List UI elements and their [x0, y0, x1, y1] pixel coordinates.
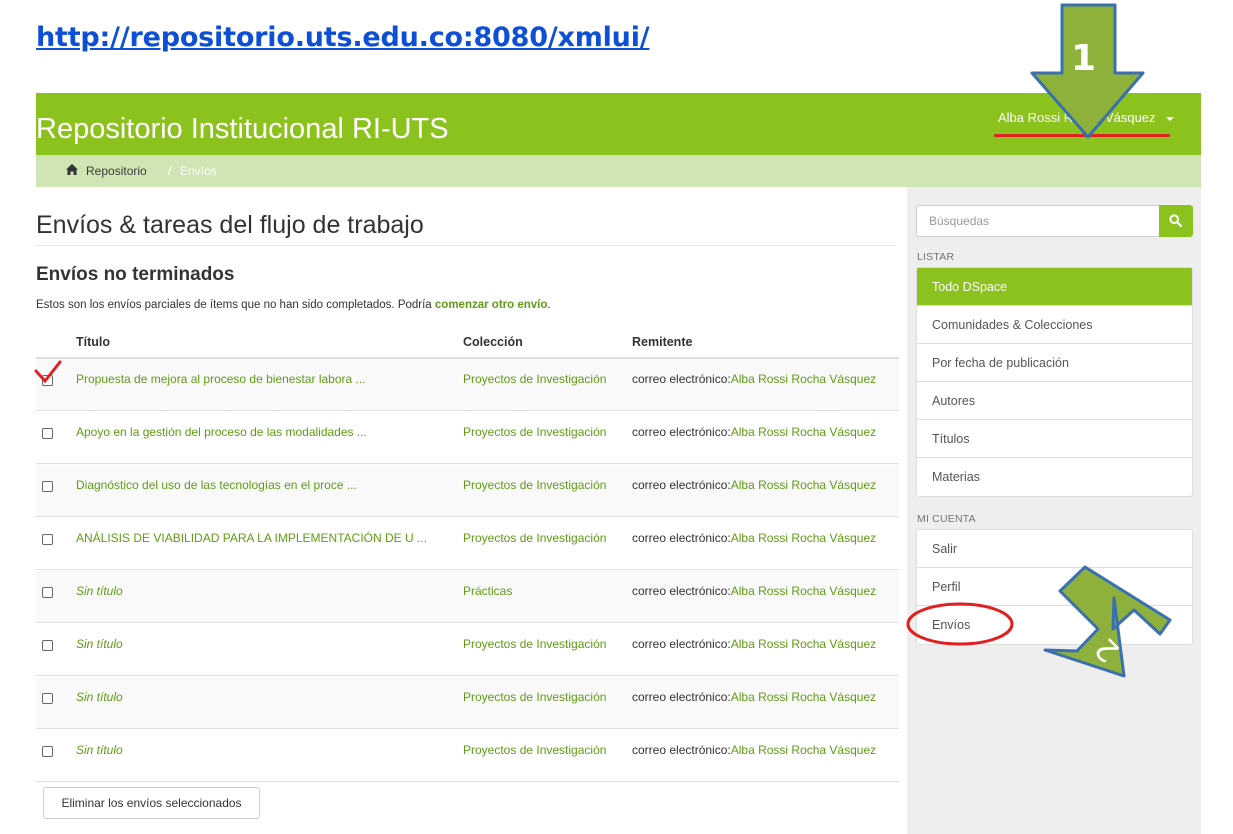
page: http://repositorio.uts.edu.co:8080/xmlui… — [0, 0, 1233, 834]
row-collection-link[interactable]: Proyectos de Investigación — [463, 423, 613, 441]
column-header-sender: Remitente — [632, 335, 693, 349]
page-title: Envíos & tareas del flujo de trabajo — [36, 211, 424, 239]
sender-prefix: correo electrónico: — [632, 478, 731, 492]
row-checkbox[interactable] — [42, 428, 53, 439]
row-sender: correo electrónico:Alba Rossi Rocha Vásq… — [632, 741, 892, 759]
table-row: Sin título Proyectos de Investigación co… — [36, 624, 899, 676]
row-title-link[interactable]: Propuesta de mejora al proceso de bienes… — [76, 370, 456, 388]
row-sender: correo electrónico:Alba Rossi Rocha Vásq… — [632, 476, 892, 494]
caret-down-icon — [1165, 116, 1174, 121]
sender-name-link[interactable]: Alba Rossi Rocha Vásquez — [731, 584, 876, 598]
search-input[interactable] — [916, 205, 1159, 237]
sender-name-link[interactable]: Alba Rossi Rocha Vásquez — [731, 478, 876, 492]
sender-name-link[interactable]: Alba Rossi Rocha Vásquez — [731, 690, 876, 704]
row-title-link[interactable]: ANÁLISIS DE VIABILIDAD PARA LA IMPLEMENT… — [76, 529, 456, 547]
sidebar-item-titulos[interactable]: Títulos — [917, 420, 1192, 458]
row-sender: correo electrónico:Alba Rossi Rocha Vásq… — [632, 529, 892, 547]
row-collection-link[interactable]: Proyectos de Investigación — [463, 370, 613, 388]
row-checkbox[interactable] — [42, 534, 53, 545]
sender-name-link[interactable]: Alba Rossi Rocha Vásquez — [731, 531, 876, 545]
sidebar-item-salir[interactable]: Salir — [917, 530, 1192, 568]
sidebar-item-materias[interactable]: Materias — [917, 458, 1192, 496]
title-divider — [36, 245, 896, 246]
delete-selected-button[interactable]: Eliminar los envíos seleccionados — [43, 787, 260, 819]
account-heading: MI CUENTA — [917, 513, 976, 525]
row-collection-link[interactable]: Proyectos de Investigación — [463, 635, 613, 653]
breadcrumb-repositorio[interactable]: Repositorio — [86, 164, 147, 178]
sender-name-link[interactable]: Alba Rossi Rocha Vásquez — [731, 372, 876, 386]
sidebar-item-autores[interactable]: Autores — [917, 382, 1192, 420]
top-navbar: Repositorio Institucional RI-UTS Alba Ro… — [36, 93, 1201, 155]
table-row: Sin título Prácticas correo electrónico:… — [36, 571, 899, 623]
row-sender: correo electrónico:Alba Rossi Rocha Vásq… — [632, 423, 892, 441]
start-submission-link[interactable]: comenzar otro envío — [435, 299, 547, 311]
intro-text-body: Estos son los envíos parciales de ítems … — [36, 299, 435, 311]
row-checkbox[interactable] — [42, 587, 53, 598]
sender-prefix: correo electrónico: — [632, 743, 731, 757]
table-row: Propuesta de mejora al proceso de bienes… — [36, 359, 899, 411]
breadcrumb: Repositorio / Envíos — [36, 155, 1201, 187]
breadcrumb-separator: / — [168, 164, 172, 178]
sender-prefix: correo electrónico: — [632, 425, 731, 439]
sender-name-link[interactable]: Alba Rossi Rocha Vásquez — [731, 637, 876, 651]
table-row: Sin título Proyectos de Investigación co… — [36, 677, 899, 729]
row-checkbox[interactable] — [42, 693, 53, 704]
row-checkbox[interactable] — [42, 746, 53, 757]
browse-heading: LISTAR — [917, 251, 955, 263]
sender-prefix: correo electrónico: — [632, 372, 731, 386]
user-menu[interactable]: Alba Rossi Rocha Vásquez — [998, 110, 1174, 125]
account-list: Salir Perfil Envíos — [916, 529, 1193, 645]
sidebar-item-comunidades[interactable]: Comunidades & Colecciones — [917, 306, 1192, 344]
column-header-title: Título — [76, 335, 111, 349]
row-sender: correo electrónico:Alba Rossi Rocha Vásq… — [632, 635, 892, 653]
browse-list: Todo DSpace Comunidades & Colecciones Po… — [916, 267, 1193, 497]
row-sender: correo electrónico:Alba Rossi Rocha Vásq… — [632, 582, 892, 600]
sender-name-link[interactable]: Alba Rossi Rocha Vásquez — [731, 743, 876, 757]
row-title-link[interactable]: Sin título — [76, 741, 456, 759]
row-checkbox[interactable] — [42, 481, 53, 492]
sender-prefix: correo electrónico: — [632, 531, 731, 545]
sidebar-item-perfil[interactable]: Perfil — [917, 568, 1192, 606]
repository-url-link[interactable]: http://repositorio.uts.edu.co:8080/xmlui… — [36, 22, 650, 53]
brand-title[interactable]: Repositorio Institucional RI-UTS — [36, 113, 449, 146]
sender-name-link[interactable]: Alba Rossi Rocha Vásquez — [731, 425, 876, 439]
search-icon — [1169, 214, 1182, 227]
row-title-link[interactable]: Sin título — [76, 688, 456, 706]
user-name: Alba Rossi Rocha Vásquez — [998, 110, 1156, 125]
sender-prefix: correo electrónico: — [632, 637, 731, 651]
row-sender: correo electrónico:Alba Rossi Rocha Vásq… — [632, 688, 892, 706]
sidebar-item-fecha[interactable]: Por fecha de publicación — [917, 344, 1192, 382]
row-checkbox[interactable] — [42, 640, 53, 651]
row-collection-link[interactable]: Prácticas — [463, 582, 613, 600]
row-checkbox[interactable] — [42, 375, 53, 386]
row-title-link[interactable]: Apoyo en la gestión del proceso de las m… — [76, 423, 456, 441]
column-header-collection: Colección — [463, 335, 523, 349]
sidebar-item-envios[interactable]: Envíos — [917, 606, 1192, 644]
home-icon[interactable] — [66, 164, 78, 178]
table-row: ANÁLISIS DE VIABILIDAD PARA LA IMPLEMENT… — [36, 518, 899, 570]
table-row: Apoyo en la gestión del proceso de las m… — [36, 412, 899, 464]
annotation-number-1: 1 — [1071, 38, 1097, 79]
sidebar-item-todo-dspace[interactable]: Todo DSpace — [917, 268, 1192, 306]
row-title-link[interactable]: Diagnóstico del uso de las tecnologías e… — [76, 476, 456, 494]
row-collection-link[interactable]: Proyectos de Investigación — [463, 741, 613, 759]
row-collection-link[interactable]: Proyectos de Investigación — [463, 529, 613, 547]
row-title-link[interactable]: Sin título — [76, 635, 456, 653]
section-title: Envíos no terminados — [36, 264, 235, 285]
row-sender: correo electrónico:Alba Rossi Rocha Vásq… — [632, 370, 892, 388]
row-title-link[interactable]: Sin título — [76, 582, 456, 600]
user-highlight-underline — [994, 134, 1170, 137]
table-row: Sin título Proyectos de Investigación co… — [36, 730, 899, 782]
breadcrumb-envios: Envíos — [180, 164, 217, 178]
sender-prefix: correo electrónico: — [632, 584, 731, 598]
row-collection-link[interactable]: Proyectos de Investigación — [463, 476, 613, 494]
search-button[interactable] — [1159, 205, 1193, 237]
intro-text-end: . — [547, 299, 551, 311]
table-row: Diagnóstico del uso de las tecnologías e… — [36, 465, 899, 517]
row-collection-link[interactable]: Proyectos de Investigación — [463, 688, 613, 706]
sender-prefix: correo electrónico: — [632, 690, 731, 704]
intro-text: Estos son los envíos parciales de ítems … — [36, 299, 551, 311]
